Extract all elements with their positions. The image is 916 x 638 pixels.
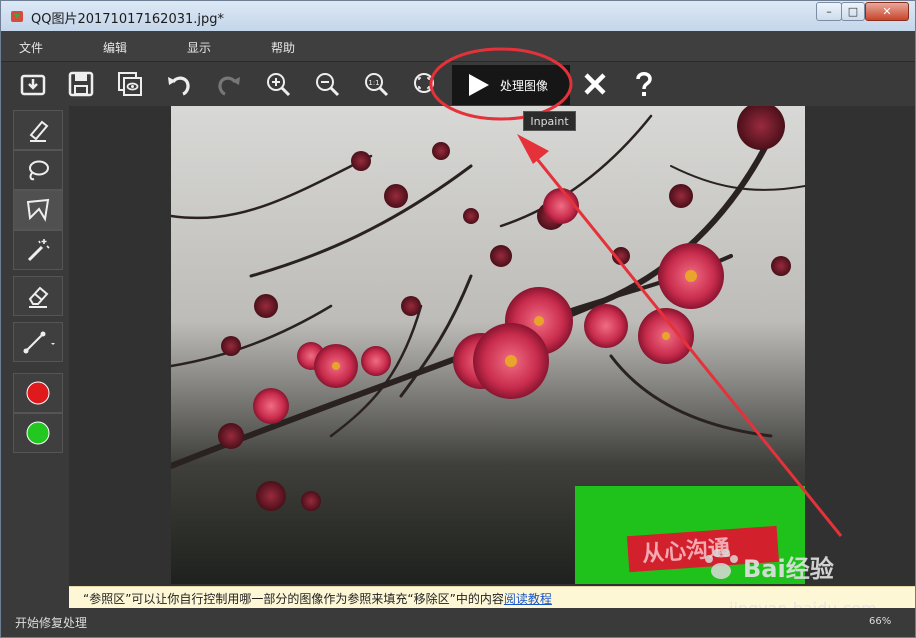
maximize-button[interactable]: □ <box>841 2 865 21</box>
paw-logo-icon <box>705 549 738 579</box>
zoom-out-icon <box>316 73 340 97</box>
red-circle-icon <box>26 381 50 405</box>
close-window-button[interactable]: ✕ <box>865 2 909 21</box>
status-text: 开始修复处理 <box>15 616 88 630</box>
lasso-icon <box>29 160 49 181</box>
magic-wand-icon <box>27 239 50 262</box>
minimize-button[interactable]: – <box>816 2 842 21</box>
actual-size-label: 1:1 <box>368 79 379 87</box>
dropdown-arrow-icon <box>51 343 55 345</box>
tutorial-link[interactable]: 阅读教程 <box>504 592 552 606</box>
lasso-tool[interactable] <box>13 150 63 190</box>
tool-panel <box>13 108 65 578</box>
brand-text: Bai经验 <box>743 555 834 583</box>
marker-tool[interactable] <box>13 110 63 150</box>
menu-help[interactable]: 帮助 <box>271 39 295 56</box>
minimize-icon: – <box>826 5 832 18</box>
menu-view[interactable]: 显示 <box>187 39 211 56</box>
undo-icon <box>168 76 190 96</box>
maximize-icon: □ <box>847 5 859 18</box>
process-tooltip: Inpaint <box>523 111 576 131</box>
open-icon <box>20 74 46 96</box>
red-color-swatch[interactable] <box>13 373 63 413</box>
zoom-out-button[interactable] <box>311 68 343 100</box>
save-copy-icon <box>118 72 142 96</box>
annotation-arrow-icon <box>429 47 843 537</box>
close-icon: ✕ <box>882 5 892 18</box>
app-window: QQ图片20171017162031.jpg* – □ ✕ 文件 编辑 显示 帮… <box>0 0 916 638</box>
redo-button[interactable] <box>213 68 245 100</box>
status-bar: 开始修复处理 66% <box>1 608 915 637</box>
menu-file[interactable]: 文件 <box>19 39 43 56</box>
magic-wand-tool[interactable] <box>13 230 63 270</box>
open-button[interactable] <box>17 68 49 100</box>
redo-icon <box>218 76 240 96</box>
undo-button[interactable] <box>163 68 195 100</box>
line-tool[interactable] <box>13 322 63 362</box>
menu-edit[interactable]: 编辑 <box>103 39 127 56</box>
eraser-tool[interactable] <box>13 276 63 316</box>
window-title: QQ图片20171017162031.jpg* <box>31 12 225 27</box>
zoom-in-button[interactable] <box>262 68 294 100</box>
zoom-in-icon <box>267 73 291 97</box>
polygon-lasso-icon <box>26 198 50 222</box>
save-button[interactable] <box>65 68 97 100</box>
actual-size-icon: 1:1 <box>365 73 389 97</box>
marker-icon <box>29 120 49 142</box>
save-copy-button[interactable] <box>114 68 146 100</box>
app-logo-icon <box>11 11 23 22</box>
green-circle-icon <box>26 421 50 445</box>
polygon-lasso-tool[interactable] <box>13 190 63 230</box>
save-icon <box>68 71 94 97</box>
title-bar: QQ图片20171017162031.jpg* – □ ✕ <box>1 1 915 31</box>
info-message: “参照区”可以让你自行控制用哪一部分的图像作为参照来填充“移除区”中的内容 <box>83 592 504 606</box>
eraser-icon <box>28 286 49 308</box>
green-color-swatch[interactable] <box>13 413 63 453</box>
zoom-level: 66% <box>869 616 892 627</box>
line-icon <box>23 331 55 354</box>
actual-size-button[interactable]: 1:1 <box>360 68 392 100</box>
